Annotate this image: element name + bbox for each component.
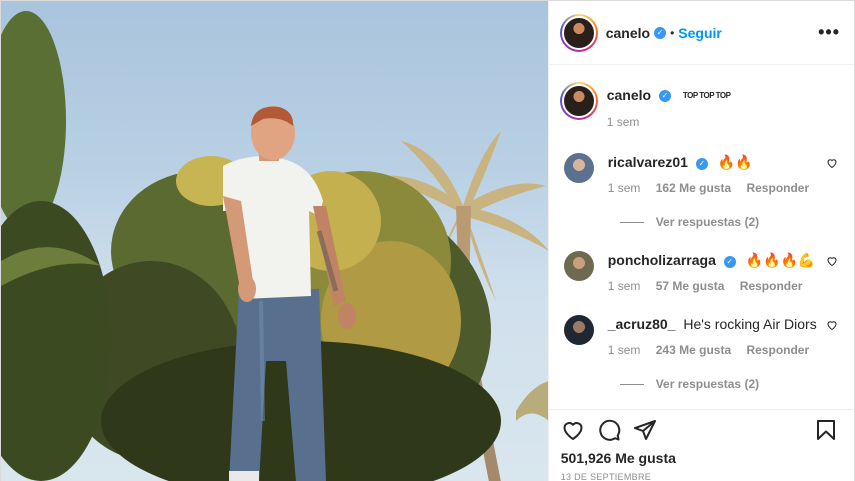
comment-likes[interactable]: 57 Me gusta <box>656 279 725 293</box>
view-replies-button[interactable]: Ver respuestas (2) <box>619 215 838 230</box>
bookmark-icon[interactable] <box>814 418 838 442</box>
commenter-username[interactable]: _acruz80_ <box>608 316 676 332</box>
reply-button[interactable]: Responder <box>746 181 809 195</box>
post-side-panel: canelo ✓ • Seguir ••• canelo ✓ TOP TOP T… <box>547 1 854 481</box>
share-icon[interactable] <box>633 418 657 442</box>
commenter-username[interactable]: ricalvarez01 <box>608 154 688 170</box>
commenter-avatar[interactable] <box>563 251 594 282</box>
verified-icon: ✓ <box>654 26 667 39</box>
separator-dot: • <box>670 25 675 40</box>
comment-row: ricalvarez01 ✓ 🔥🔥 1 sem 162 Me gusta Res… <box>560 153 838 195</box>
reply-button[interactable]: Responder <box>740 279 803 293</box>
caption-row: canelo ✓ TOP TOP TOP 1 sem <box>559 82 838 130</box>
comment-like-icon[interactable] <box>826 255 838 267</box>
comment-like-icon[interactable] <box>826 319 838 331</box>
caption-username[interactable]: canelo <box>607 87 651 103</box>
comment-like-icon[interactable] <box>826 157 838 169</box>
post-photo[interactable] <box>1 1 548 481</box>
comment-text: He's rocking Air Diors <box>683 316 817 333</box>
comment-text: 🔥🔥 <box>717 154 753 171</box>
caption-time: 1 sem <box>606 115 640 130</box>
caption-avatar[interactable] <box>559 82 598 120</box>
post-dialog: canelo ✓ • Seguir ••• canelo ✓ TOP TOP T… <box>0 0 855 481</box>
follow-button[interactable]: Seguir <box>678 25 722 41</box>
view-replies-label: Ver respuestas (2) <box>655 215 760 230</box>
author-username[interactable]: canelo <box>606 25 650 41</box>
verified-icon: ✓ <box>658 90 671 103</box>
comment-text: 🔥🔥🔥💪 <box>745 252 816 269</box>
replies-line <box>619 221 644 223</box>
like-heart-icon[interactable] <box>561 418 585 442</box>
caption-text: TOP TOP TOP <box>682 91 731 101</box>
verified-icon: ✓ <box>695 157 708 170</box>
post-actions: 501,926 Me gusta 13 DE SEPTIEMBRE <box>548 409 854 481</box>
verified-icon: ✓ <box>723 255 736 268</box>
replies-line <box>619 383 644 385</box>
commenter-avatar[interactable] <box>563 315 594 346</box>
comment-time: 1 sem <box>607 279 641 294</box>
tree-left <box>1 11 111 481</box>
commenter-username[interactable]: poncholizarraga <box>608 252 716 268</box>
comment-likes[interactable]: 243 Me gusta <box>656 343 731 357</box>
reply-button[interactable]: Responder <box>746 343 809 357</box>
comment-time: 1 sem <box>607 181 641 196</box>
post-date: 13 DE SEPTIEMBRE <box>560 472 652 481</box>
likes-count[interactable]: 501,926 Me gusta <box>561 450 838 466</box>
comment-icon[interactable] <box>597 418 621 442</box>
post-header: canelo ✓ • Seguir ••• <box>548 1 854 65</box>
view-replies-label: Ver respuestas (2) <box>655 377 760 392</box>
author-avatar[interactable] <box>559 13 598 52</box>
comment-row: _acruz80_ He's rocking Air Diors 1 sem 2… <box>560 315 838 357</box>
comment-time: 1 sem <box>607 343 641 358</box>
commenter-avatar[interactable] <box>563 153 594 184</box>
comments-list[interactable]: canelo ✓ TOP TOP TOP 1 sem ricalvarez01 … <box>549 65 854 409</box>
photo-illustration <box>1 11 548 481</box>
comment-likes[interactable]: 162 Me gusta <box>656 181 731 195</box>
comment-row: poncholizarraga ✓ 🔥🔥🔥💪 1 sem 57 Me gusta… <box>560 251 838 293</box>
view-replies-button[interactable]: Ver respuestas (2) <box>619 377 838 392</box>
more-options-icon[interactable]: ••• <box>818 22 840 43</box>
